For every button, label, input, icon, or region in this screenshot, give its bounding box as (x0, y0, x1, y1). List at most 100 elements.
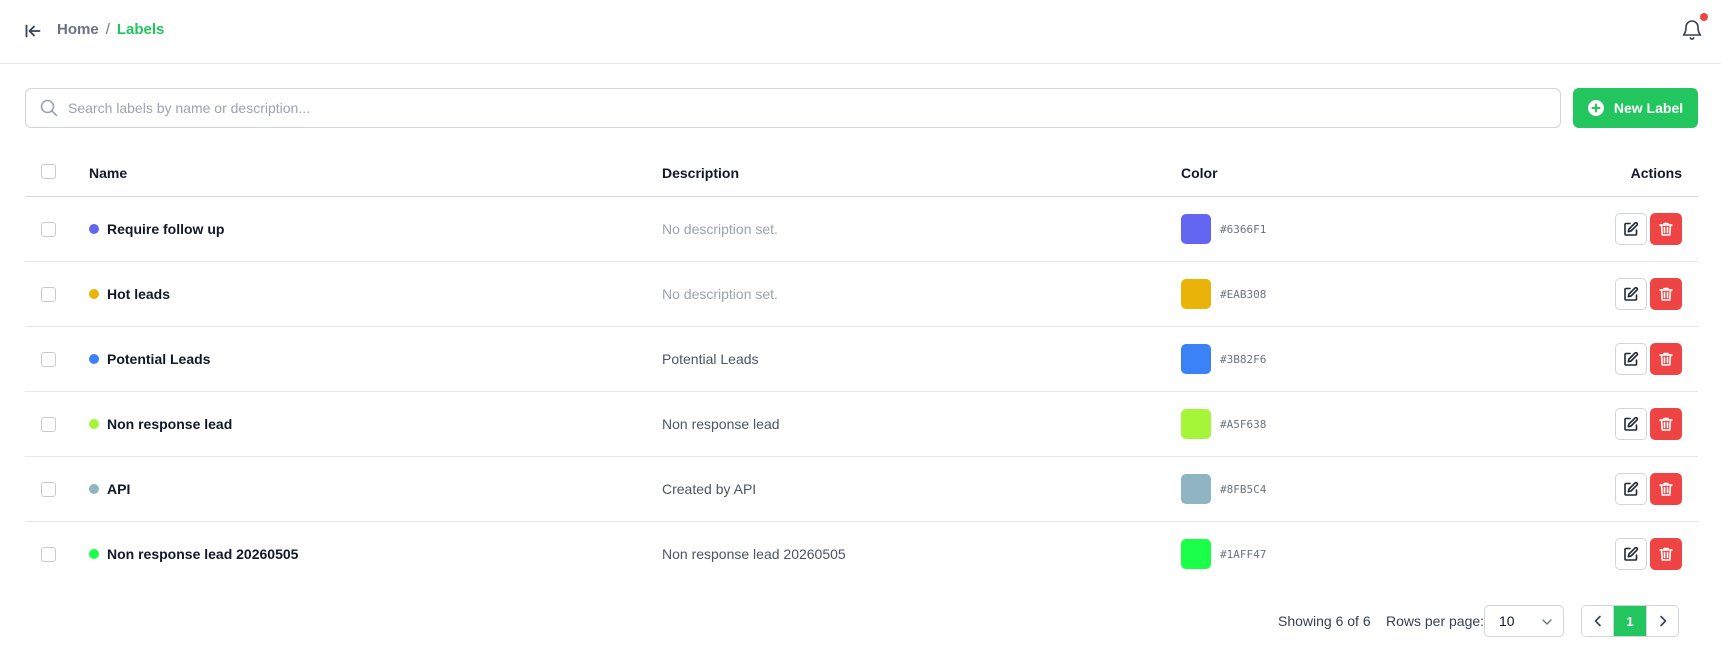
showing-count: Showing 6 of 6 (1278, 613, 1371, 629)
edit-button[interactable] (1615, 473, 1647, 505)
trash-icon (1659, 287, 1673, 301)
rows-per-page-label: Rows per page: (1386, 613, 1485, 629)
label-color-cell: #8FB5C4 (1181, 457, 1266, 521)
table-header: Name Description Color Actions (25, 150, 1698, 197)
next-page-button[interactable] (1646, 606, 1678, 636)
label-color-dot (89, 484, 99, 494)
column-header-name[interactable]: Name (89, 165, 127, 181)
notification-bell-icon[interactable] (1680, 18, 1706, 44)
delete-button[interactable] (1650, 278, 1682, 310)
row-checkbox[interactable] (41, 547, 56, 562)
label-color-cell: #A5F638 (1181, 392, 1266, 456)
label-name: Non response lead (107, 416, 233, 432)
label-description: Non response lead (662, 416, 780, 432)
edit-button[interactable] (1615, 278, 1647, 310)
color-hex: #A5F638 (1220, 417, 1267, 431)
select-all-checkbox[interactable] (41, 164, 56, 179)
rows-per-page-value: 10 (1499, 613, 1515, 629)
edit-button[interactable] (1615, 343, 1647, 375)
labels-table: Name Description Color Actions Require f… (25, 150, 1698, 587)
row-checkbox[interactable] (41, 417, 56, 432)
edit-button[interactable] (1615, 538, 1647, 570)
table-row: Hot leads No description set. #EAB308 (25, 262, 1698, 327)
color-swatch (1181, 279, 1211, 309)
row-actions (1615, 538, 1682, 570)
label-description: Potential Leads (662, 351, 759, 367)
color-hex: #6366F1 (1220, 222, 1267, 236)
chevron-down-icon (1542, 619, 1552, 625)
label-description: No description set. (662, 221, 778, 237)
breadcrumb-home[interactable]: Home (57, 21, 99, 38)
label-color-cell: #EAB308 (1181, 262, 1266, 326)
column-header-color[interactable]: Color (1181, 165, 1218, 181)
label-name-cell: Non response lead (89, 392, 232, 456)
label-name: Hot leads (107, 286, 171, 302)
delete-button[interactable] (1650, 538, 1682, 570)
edit-icon (1624, 481, 1639, 496)
label-name: Potential Leads (107, 351, 211, 367)
label-color-dot (89, 419, 99, 429)
breadcrumb-separator: / (105, 21, 110, 38)
row-actions (1615, 408, 1682, 440)
table-row: Require follow up No description set. #6… (25, 197, 1698, 262)
table-body: Require follow up No description set. #6… (25, 197, 1698, 587)
delete-button[interactable] (1650, 213, 1682, 245)
edit-icon (1624, 416, 1639, 431)
label-color-dot (89, 224, 99, 234)
column-header-actions: Actions (1630, 165, 1682, 181)
color-swatch (1181, 474, 1211, 504)
trash-icon (1659, 417, 1673, 431)
edit-button[interactable] (1615, 213, 1647, 245)
delete-button[interactable] (1650, 473, 1682, 505)
edit-button[interactable] (1615, 408, 1647, 440)
new-label-button-label: New Label (1613, 100, 1684, 116)
label-name-cell: Hot leads (89, 262, 170, 326)
previous-page-button[interactable] (1582, 606, 1614, 636)
color-swatch (1181, 539, 1211, 569)
row-checkbox[interactable] (41, 482, 56, 497)
edit-icon (1624, 221, 1639, 236)
search-input[interactable] (68, 89, 1548, 127)
notification-badge (1700, 13, 1708, 21)
label-description: Non response lead 20260505 (662, 546, 846, 562)
label-color-cell: #3B82F6 (1181, 327, 1266, 391)
chevron-left-icon (1594, 615, 1601, 627)
color-swatch (1181, 344, 1211, 374)
page-1-button[interactable]: 1 (1614, 606, 1646, 636)
collapse-sidebar-icon[interactable] (22, 20, 44, 42)
label-name-cell: Potential Leads (89, 327, 210, 391)
label-color-cell: #1AFF47 (1181, 522, 1266, 586)
delete-button[interactable] (1650, 343, 1682, 375)
new-label-button[interactable]: New Label (1573, 88, 1698, 128)
edit-icon (1624, 546, 1639, 561)
search-box (25, 88, 1561, 128)
label-name-cell: API (89, 457, 130, 521)
search-icon (40, 99, 58, 117)
row-checkbox[interactable] (41, 222, 56, 237)
row-actions (1615, 473, 1682, 505)
column-header-description[interactable]: Description (662, 165, 739, 181)
rows-per-page-select[interactable]: 10 (1484, 605, 1564, 637)
breadcrumb: Home / Labels (57, 21, 164, 38)
row-actions (1615, 278, 1682, 310)
label-description: No description set. (662, 286, 778, 302)
color-hex: #8FB5C4 (1220, 482, 1267, 496)
row-actions (1615, 343, 1682, 375)
color-swatch (1181, 409, 1211, 439)
label-name-cell: Non response lead 20260505 (89, 522, 298, 586)
delete-button[interactable] (1650, 408, 1682, 440)
table-row: Potential Leads Potential Leads #3B82F6 (25, 327, 1698, 392)
label-name: Require follow up (107, 221, 225, 237)
trash-icon (1659, 482, 1673, 496)
row-checkbox[interactable] (41, 287, 56, 302)
label-name: Non response lead 20260505 (107, 546, 299, 562)
top-bar: Home / Labels (0, 0, 1721, 64)
color-hex: #EAB308 (1220, 287, 1267, 301)
table-row: Non response lead Non response lead #A5F… (25, 392, 1698, 457)
table-row: API Created by API #8FB5C4 (25, 457, 1698, 522)
row-checkbox[interactable] (41, 352, 56, 367)
pagination-bar: Showing 6 of 6 Rows per page: 10 1 (0, 604, 1721, 638)
color-swatch (1181, 214, 1211, 244)
label-color-dot (89, 354, 99, 364)
trash-icon (1659, 547, 1673, 561)
